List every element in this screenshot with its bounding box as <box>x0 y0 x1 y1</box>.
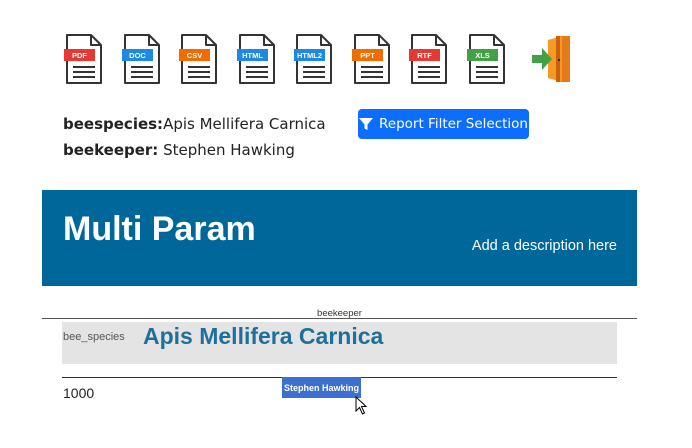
export-label: HTML2 <box>297 51 322 60</box>
filter-species-value: Apis Mellifera Carnica <box>163 115 326 133</box>
ppt-export-icon[interactable]: PPT <box>351 33 392 85</box>
page-description: Add a description here <box>471 238 617 254</box>
export-label: RTF <box>417 51 432 60</box>
export-label: DOC <box>129 51 146 60</box>
csv-export-icon[interactable]: CSV <box>179 33 219 85</box>
mouse-cursor-icon <box>355 395 369 421</box>
page-title: Multi Param <box>63 210 256 248</box>
table-divider <box>42 318 637 319</box>
pdf-export-icon[interactable]: PDF <box>64 33 104 85</box>
export-label: XLS <box>475 51 490 60</box>
export-label: CSV <box>187 51 202 60</box>
html2-export-icon[interactable]: HTML2 <box>294 33 334 85</box>
cell-value: 1000 <box>63 385 95 401</box>
xls-export-icon[interactable]: XLS <box>466 33 507 85</box>
report-banner: Multi Param Add a description here <box>42 190 637 286</box>
filter-keeper-value: Stephen Hawking <box>163 141 295 159</box>
filter-species: beespecies:Apis Mellifera Carnica <box>63 111 326 137</box>
report-filter-selection-button[interactable]: Report Filter Selection <box>358 109 529 139</box>
row-dimension-value: Apis Mellifera Carnica <box>143 323 384 349</box>
filter-keeper-key: beekeeper: <box>63 141 159 159</box>
export-label: HTML <box>242 51 263 60</box>
export-label: PPT <box>360 51 375 60</box>
doc-export-icon[interactable]: DOC <box>121 33 162 85</box>
filter-species-key: beespecies: <box>63 115 164 133</box>
rtf-export-icon[interactable]: RTF <box>409 33 449 85</box>
exit-door-icon[interactable] <box>530 33 574 85</box>
row-dimension-label: bee_species <box>63 331 125 343</box>
filter-icon <box>359 117 373 131</box>
filter-summary: beespecies:Apis Mellifera Carnica beekee… <box>63 111 326 163</box>
export-label: PDF <box>72 51 87 60</box>
html-export-icon[interactable]: HTML <box>236 33 277 85</box>
report-button-label: Report Filter Selection <box>379 116 528 132</box>
filter-keeper: beekeeper: Stephen Hawking <box>63 137 326 163</box>
cell-tag[interactable]: Stephen Hawking <box>282 377 361 398</box>
